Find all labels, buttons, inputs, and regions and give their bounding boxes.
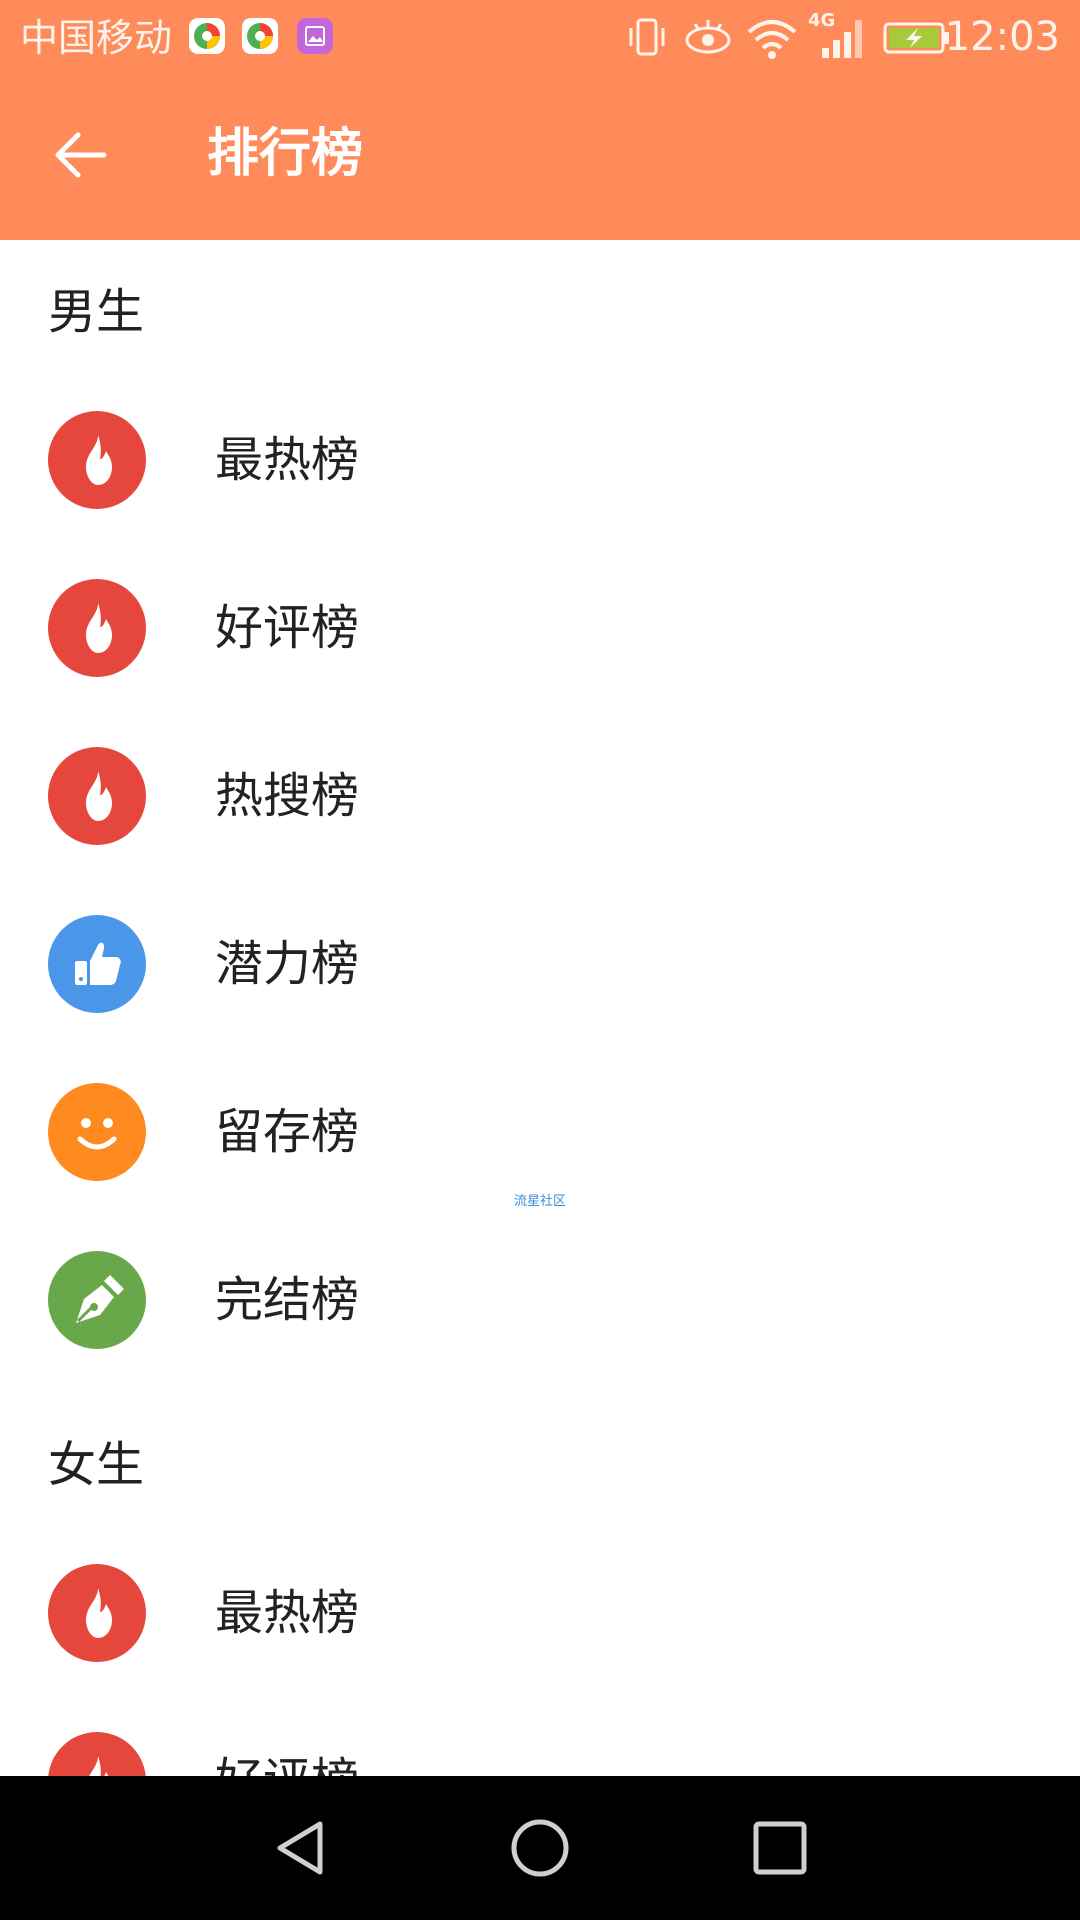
rank-list[interactable]: 男生 最热榜 好评榜 热搜榜 潜力榜 留存榜 完结榜 女生 最热榜 流星社区 xyxy=(0,240,1080,1776)
gallery-notification-icon xyxy=(297,18,333,54)
rank-item-female-hottest[interactable]: 最热榜 xyxy=(0,1529,1080,1697)
navigation-bar xyxy=(0,1776,1080,1920)
signal-icon xyxy=(822,20,862,58)
nav-home-button[interactable] xyxy=(500,1808,580,1888)
section-header-female: 女生 xyxy=(48,1437,145,1493)
nav-recent-icon xyxy=(753,1821,807,1875)
nav-back-button[interactable] xyxy=(260,1808,340,1888)
section-header-male: 男生 xyxy=(48,284,145,340)
pen-nib-icon xyxy=(48,1251,146,1349)
arrow-left-icon xyxy=(55,132,107,178)
rank-item-male-hottest[interactable]: 最热榜 xyxy=(0,376,1080,544)
flame-icon xyxy=(48,1732,146,1776)
rank-item-female-best-rated[interactable]: 好评榜 xyxy=(0,1697,1080,1776)
rank-item-male-completed[interactable]: 完结榜 xyxy=(0,1216,1080,1384)
flame-icon xyxy=(48,747,146,845)
flame-icon xyxy=(48,1564,146,1662)
vibrate-icon xyxy=(629,18,665,56)
rank-item-label: 好评榜 xyxy=(215,600,360,656)
wifi-icon xyxy=(747,20,797,59)
flame-icon xyxy=(48,411,146,509)
rank-item-label: 最热榜 xyxy=(215,432,360,488)
nav-back-icon xyxy=(277,1821,323,1875)
eye-icon xyxy=(685,20,731,54)
watermark: 流星社区 xyxy=(514,1194,567,1209)
nav-home-icon xyxy=(511,1819,569,1877)
rank-item-label: 好评榜 xyxy=(215,1749,359,1776)
status-bar: 中国移动 4G 12:03 xyxy=(0,0,1080,75)
rank-item-male-hot-search[interactable]: 热搜榜 xyxy=(0,712,1080,880)
carrier-name: 中国移动 xyxy=(20,16,173,60)
rank-item-male-best-rated[interactable]: 好评榜 xyxy=(0,544,1080,712)
rank-item-label: 潜力榜 xyxy=(215,936,360,992)
app-notification-icon xyxy=(189,18,225,54)
toolbar: 排行榜 xyxy=(0,75,1080,240)
thumbs-up-icon xyxy=(48,915,146,1013)
rank-item-label: 留存榜 xyxy=(215,1104,360,1160)
nav-recent-button[interactable] xyxy=(740,1808,820,1888)
flame-icon xyxy=(48,579,146,677)
smiley-icon xyxy=(48,1083,146,1181)
rank-item-label: 热搜榜 xyxy=(215,768,360,824)
rank-item-label: 完结榜 xyxy=(215,1272,360,1328)
rank-item-male-potential[interactable]: 潜力榜 xyxy=(0,880,1080,1048)
clock: 12:03 xyxy=(944,14,1060,60)
rank-item-label: 最热榜 xyxy=(215,1585,360,1641)
page-title: 排行榜 xyxy=(207,124,364,184)
back-button[interactable] xyxy=(40,115,120,195)
screen: 中国移动 4G 12:03 排行榜 男生 最热榜 好评榜 热搜榜 潜力榜 留存榜… xyxy=(0,0,1080,1920)
battery-charging-icon xyxy=(883,22,949,54)
app-notification-icon xyxy=(242,18,278,54)
